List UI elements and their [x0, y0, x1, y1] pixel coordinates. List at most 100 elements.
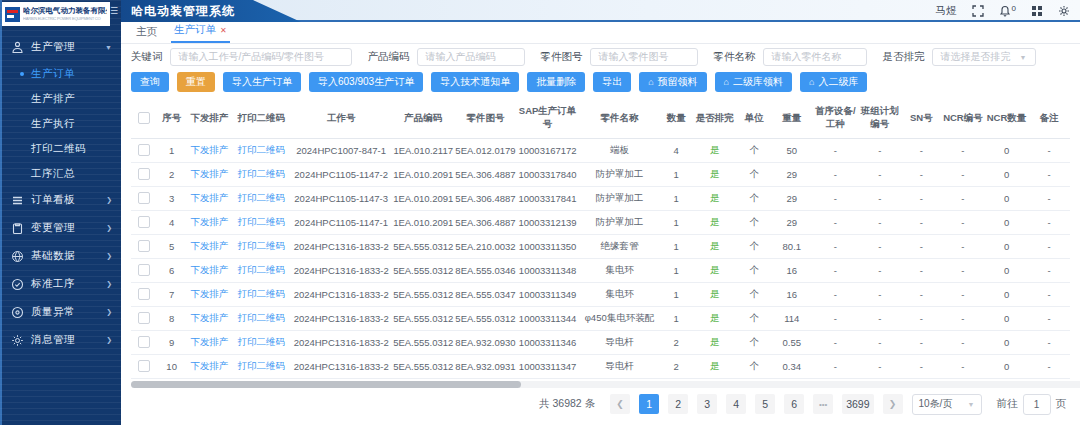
row-checkbox[interactable] — [138, 144, 150, 156]
sidebar-menu: 生产管理▼生产订单生产排产生产执行打印二维码工序汇总订单看板❯变更管理❯基础数据… — [0, 33, 121, 354]
page-button-2[interactable]: 2 — [668, 394, 688, 414]
settings-gear-icon[interactable] — [1058, 5, 1070, 17]
sidebar-item-5[interactable]: 质量异常❯ — [0, 298, 121, 326]
column-header-SAP生产订单号: SAP生产订单号 — [517, 98, 579, 138]
select-all-checkbox[interactable] — [138, 112, 150, 124]
board-icon — [11, 194, 24, 207]
sidebar-item-6[interactable]: 消息管理❯ — [0, 326, 121, 354]
row-checkbox[interactable] — [138, 288, 150, 300]
sidebar-item-1[interactable]: 订单看板❯ — [0, 186, 121, 214]
page-button-4[interactable]: 4 — [726, 394, 746, 414]
system-title: 哈电动装管理系统 — [121, 3, 235, 20]
scrollbar-thumb[interactable] — [131, 381, 521, 388]
column-header-下发排产: 下发排产 — [186, 98, 232, 138]
chevron-right-icon: ❯ — [106, 336, 112, 344]
page-button-5[interactable]: 5 — [755, 394, 775, 414]
prev-page-button[interactable]: ❮ — [610, 394, 630, 414]
next-page-button[interactable]: ❯ — [883, 394, 903, 414]
toolbar: 查询重置导入生产订单导入603/903生产订单导入技术通知单批量删除导出 ⌂预留领… — [131, 72, 1070, 92]
row-checkbox[interactable] — [138, 216, 150, 228]
column-header-序号: 序号 — [157, 98, 187, 138]
button-导入技术通知单[interactable]: 导入技术通知单 — [431, 72, 519, 92]
sidebar-item-2[interactable]: 变更管理❯ — [0, 214, 121, 242]
button-批量删除[interactable]: 批量删除 — [527, 72, 585, 92]
row-checkbox[interactable] — [138, 264, 150, 276]
tab-主页[interactable]: 主页 — [133, 21, 160, 43]
table-row: 4下发排产打印二维码2024HPC1105-1147-11EA.010.2091… — [131, 210, 1070, 234]
sidebar-subitem-打印二维码[interactable]: 打印二维码 — [0, 136, 121, 161]
page-button-6[interactable]: 6 — [784, 394, 804, 414]
column-header-零件名称: 零件名称 — [579, 98, 661, 138]
fullscreen-icon[interactable] — [972, 5, 984, 17]
button-二级库领料[interactable]: ⌂二级库领料 — [715, 72, 792, 92]
page-button-...[interactable]: ••• — [813, 394, 833, 414]
goto-suffix: 页 — [1056, 397, 1067, 411]
pagination-total: 共 36982 条 — [539, 397, 595, 411]
filter-input-产品编码[interactable]: 请输入产品编码 — [417, 48, 525, 66]
column-header-数量: 数量 — [660, 98, 692, 138]
sidebar: 哈尔滨电气动力装备有限公司 HARBIN ELECTRIC POWER EQUI… — [0, 0, 121, 425]
sidebar-subitem-生产排产[interactable]: 生产排产 — [0, 86, 121, 111]
alert-circle-icon — [11, 306, 24, 319]
horizontal-scrollbar[interactable] — [131, 381, 1080, 388]
check-circle-icon — [11, 278, 24, 291]
button-入二级库[interactable]: ⌂入二级库 — [800, 72, 867, 92]
sidebar-subitem-生产执行[interactable]: 生产执行 — [0, 111, 121, 136]
user-name[interactable]: 马煜 — [936, 4, 957, 18]
column-header-NCR数量: NCR数量 — [985, 98, 1029, 138]
filter-row: 关键词请输入工作号/产品编码/零件图号产品编码请输入产品编码零件图号请输入零件图… — [131, 47, 1070, 67]
filter-input-零件图号[interactable]: 请输入零件图号 — [590, 48, 698, 66]
column-header-班组计划编号: 班组计划编号 — [858, 98, 901, 138]
filter-select-是否排完[interactable]: 请选择是否排完▼ — [932, 48, 1036, 66]
column-header-首序设备/工种: 首序设备/工种 — [813, 98, 858, 138]
company-name-en: HARBIN ELECTRIC POWER EQUIPMENT CO — [23, 17, 107, 21]
button-查询[interactable]: 查询 — [131, 72, 169, 92]
orders-table: 序号下发排产打印二维码工作号产品编码零件图号SAP生产订单号零件名称数量是否排完… — [131, 98, 1070, 379]
filter-input-关键词[interactable]: 请输入工作号/产品编码/零件图号 — [170, 48, 352, 66]
row-checkbox[interactable] — [138, 336, 150, 348]
button-导入生产订单[interactable]: 导入生产订单 — [223, 72, 301, 92]
table-row: 7下发排产打印二维码2024HPC1316-1833-25EA.555.0312… — [131, 282, 1070, 306]
sidebar-collapse-icon[interactable]: ☰ — [110, 7, 118, 16]
sidebar-subitem-生产订单[interactable]: 生产订单 — [0, 61, 121, 86]
tab-close-icon[interactable]: ✕ — [220, 26, 227, 35]
sidebar-item-0[interactable]: 生产管理▼ — [0, 33, 121, 61]
chevron-right-icon: ❯ — [106, 196, 112, 204]
sidebar-item-3[interactable]: 基础数据❯ — [0, 242, 121, 270]
row-checkbox[interactable] — [138, 240, 150, 252]
sidebar-subitem-工序汇总[interactable]: 工序汇总 — [0, 161, 121, 186]
goto-page-input[interactable]: 1 — [1023, 394, 1051, 415]
column-header-重量: 重量 — [771, 98, 813, 138]
column-header-单位: 单位 — [737, 98, 771, 138]
chevron-right-icon: ❯ — [106, 308, 112, 316]
button-导出[interactable]: 导出 — [593, 72, 631, 92]
chevron-right-icon: ❯ — [106, 224, 112, 232]
filter-input-零件名称[interactable]: 请输入零件名称 — [763, 48, 867, 66]
apps-grid-icon[interactable] — [1031, 5, 1043, 17]
tab-生产订单[interactable]: 生产订单✕ — [171, 19, 230, 43]
row-checkbox[interactable] — [138, 312, 150, 324]
home-icon: ⌂ — [648, 77, 653, 87]
row-checkbox[interactable] — [138, 360, 150, 372]
column-header-产品编码: 产品编码 — [392, 98, 454, 138]
company-logo: 哈尔滨电气动力装备有限公司 HARBIN ELECTRIC POWER EQUI… — [2, 2, 110, 26]
button-预留领料[interactable]: ⌂预留领料 — [639, 72, 706, 92]
company-name: 哈尔滨电气动力装备有限公司 — [23, 7, 107, 15]
page-button-3[interactable]: 3 — [697, 394, 717, 414]
chevron-down-icon: ▼ — [105, 44, 112, 51]
page-button-3699[interactable]: 3699 — [842, 394, 873, 414]
page-size-select[interactable]: 10条/页▼ — [912, 394, 982, 415]
factory-person-icon — [11, 41, 24, 54]
gear-icon — [11, 334, 24, 347]
row-checkbox[interactable] — [138, 192, 150, 204]
row-checkbox[interactable] — [138, 168, 150, 180]
button-重置[interactable]: 重置 — [177, 72, 215, 92]
page-button-1[interactable]: 1 — [639, 394, 659, 414]
home-icon: ⌂ — [724, 77, 729, 87]
sidebar-item-4[interactable]: 标准工序❯ — [0, 270, 121, 298]
chevron-right-icon: ❯ — [106, 280, 112, 288]
button-导入603/903生产订单[interactable]: 导入603/903生产订单 — [309, 72, 423, 92]
table-row: 9下发排产打印二维码2024HPC1316-1833-25EA.555.0312… — [131, 330, 1070, 354]
tab-bar: 主页生产订单✕ — [121, 22, 1080, 44]
notification-bell-icon[interactable]: 0 — [999, 5, 1016, 17]
